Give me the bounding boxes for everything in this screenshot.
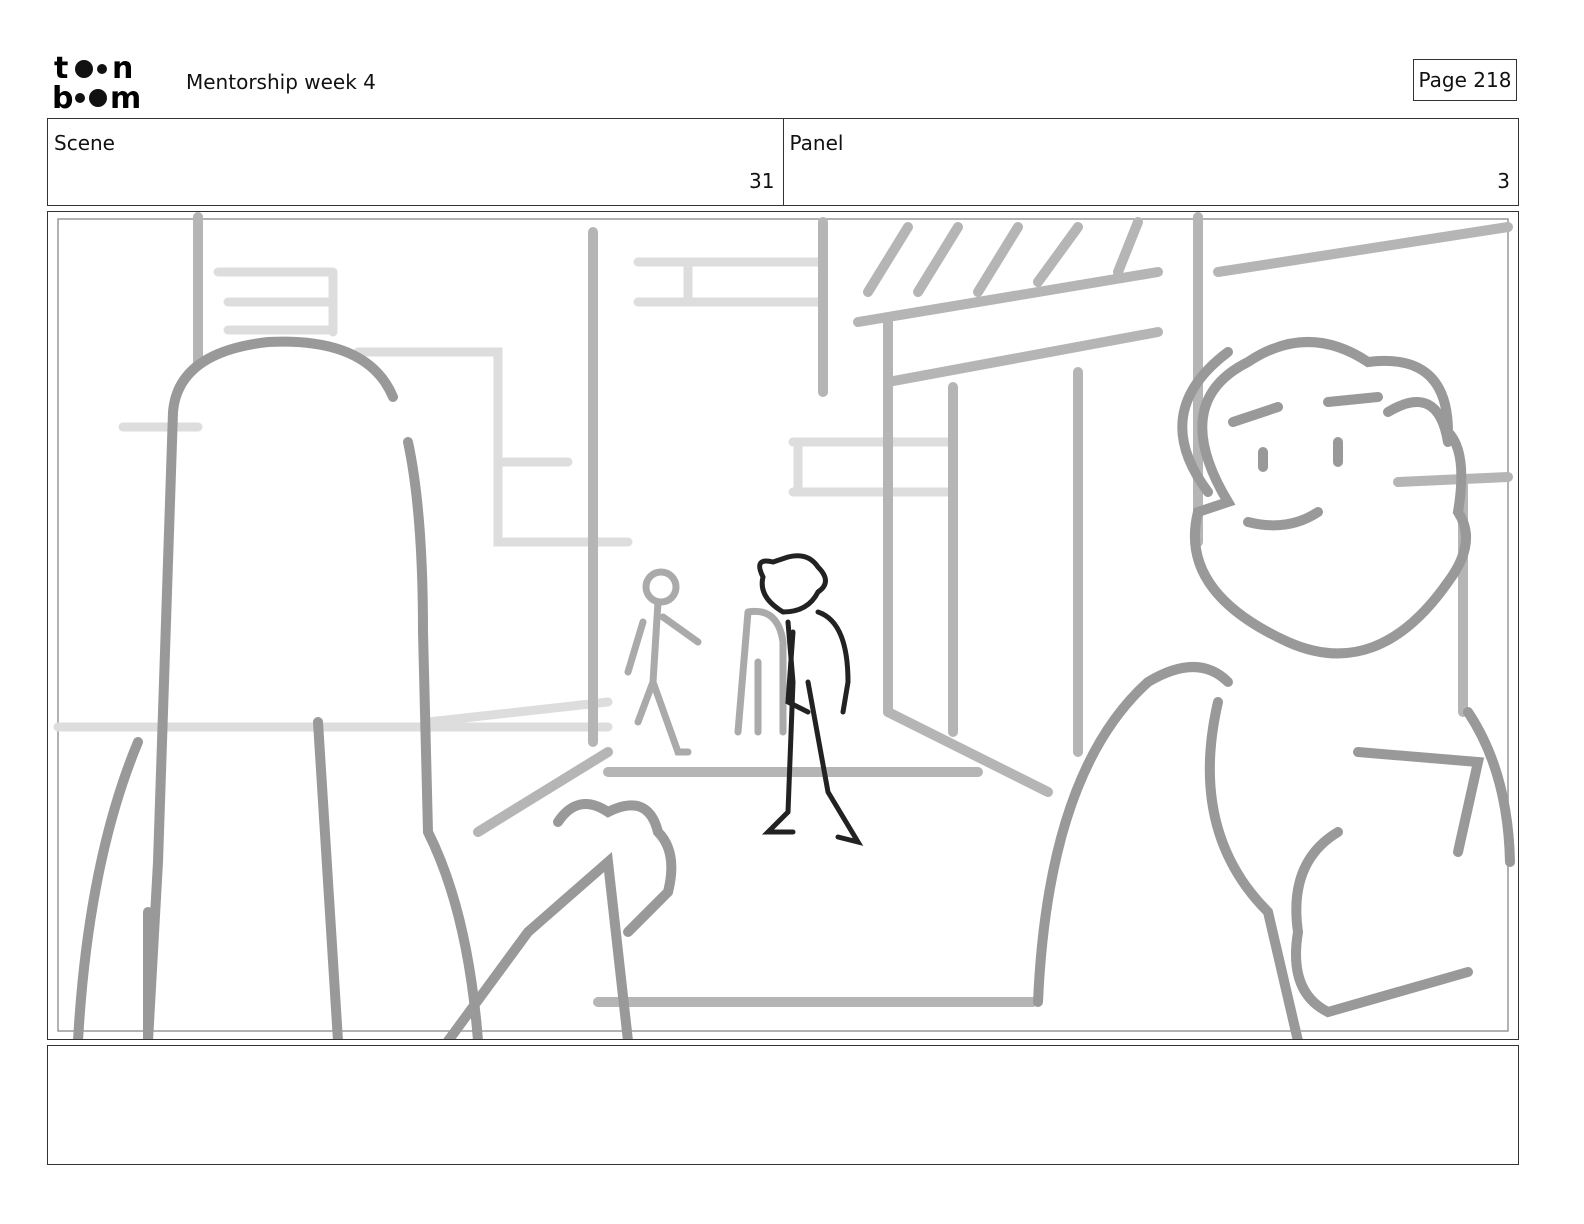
scene-label: Scene — [54, 131, 115, 155]
page-number: Page 218 — [1413, 59, 1517, 101]
svg-text:m: m — [110, 81, 142, 112]
foreground-woman-with-phone — [1033, 337, 1515, 1039]
notes-box — [47, 1045, 1519, 1165]
background-students — [624, 568, 787, 756]
background-buildings-light — [53, 257, 953, 732]
scene-value: 31 — [749, 169, 775, 193]
panel-sketch — [53, 212, 1515, 1039]
panel-cell: Panel 3 — [782, 119, 1519, 205]
panel-sketch-frame — [47, 211, 1519, 1040]
panel-value: 3 — [1497, 169, 1510, 193]
storyboard-page: t n b m Mentorship week 4 Page 218 Scene… — [0, 0, 1584, 1224]
scene-cell: Scene 31 — [48, 119, 783, 205]
main-character-sketch — [757, 553, 864, 846]
svg-text:b: b — [52, 81, 74, 112]
panel-label: Panel — [789, 131, 844, 155]
project-title: Mentorship week 4 — [186, 70, 376, 94]
toon-boom-logo: t n b m — [52, 51, 164, 116]
foreground-girl-back — [73, 336, 677, 1039]
background-buildings — [193, 212, 1513, 1007]
scene-panel-info: Scene 31 Panel 3 — [47, 118, 1519, 206]
